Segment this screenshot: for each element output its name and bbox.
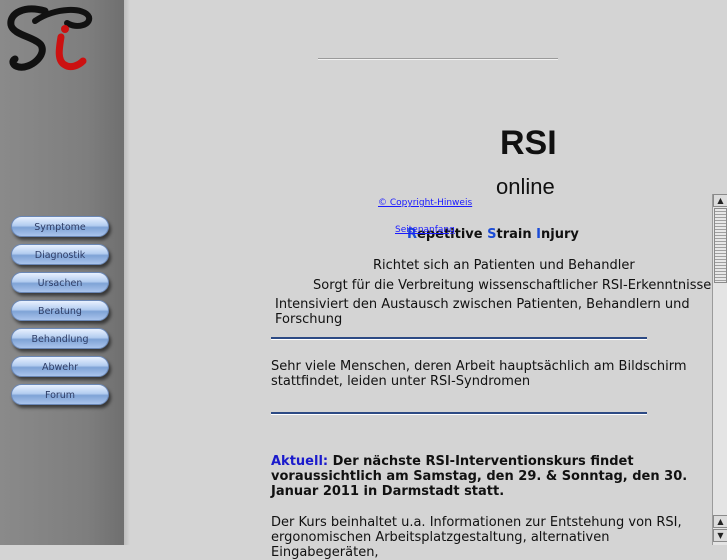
scroll-thumb[interactable] xyxy=(714,208,727,283)
section-divider-2 xyxy=(271,412,647,415)
scroll-up-arrow-icon-2[interactable]: ▲ xyxy=(713,515,727,528)
point-3: Intensiviert den Austausch zwischen Pati… xyxy=(275,297,690,327)
point-1: Richtet sich an Patienten und Behandler xyxy=(373,258,635,273)
rest-s: train xyxy=(496,227,537,242)
course-text: Der Kurs beinhaltet u.a. Informationen z… xyxy=(271,515,682,560)
sidebar: Symptome Diagnostik Ursachen Beratung Be… xyxy=(0,0,124,545)
top-divider xyxy=(318,58,558,60)
scroll-down-arrow-icon[interactable]: ▼ xyxy=(713,529,727,542)
scroll-up-arrow-icon[interactable]: ▲ xyxy=(713,194,727,207)
page-subtitle: online xyxy=(496,174,555,199)
si-logo[interactable] xyxy=(5,3,95,75)
nav-abwehr-button[interactable]: Abwehr xyxy=(11,356,109,377)
nav-beratung-button[interactable]: Beratung xyxy=(11,300,109,321)
copyright-link[interactable]: © Copyright-Hinweis xyxy=(378,198,472,208)
nav-forum-button[interactable]: Forum xyxy=(11,384,109,405)
point-2: Sorgt für die Verbreitung wissenschaftli… xyxy=(313,278,712,293)
news-text: Der nächste RSI-Interventionskurs findet… xyxy=(271,454,688,499)
rest-i: njury xyxy=(540,227,579,242)
sidebar-divider xyxy=(124,0,130,545)
nav-ursachen-button[interactable]: Ursachen xyxy=(11,272,109,293)
nav-behandlung-button[interactable]: Behandlung xyxy=(11,328,109,349)
intro-text: Sehr viele Menschen, deren Arbeit haupts… xyxy=(271,359,687,389)
news-label: Aktuell: xyxy=(271,454,329,469)
scrollbar-upper[interactable]: ▲ xyxy=(712,194,727,545)
page-title: RSI xyxy=(500,124,557,162)
section-divider-1 xyxy=(271,337,647,340)
nav-symptome-button[interactable]: Symptome xyxy=(11,216,109,237)
news-block: Aktuell: Der nächste RSI-Interventionsku… xyxy=(271,454,711,499)
cap-s: S xyxy=(487,227,497,242)
top-of-page-link[interactable]: Seitenanfang xyxy=(395,225,455,235)
scrollbar-lower[interactable]: ▲ ▼ xyxy=(712,515,727,545)
nav-diagnostik-button[interactable]: Diagnostik xyxy=(11,244,109,265)
